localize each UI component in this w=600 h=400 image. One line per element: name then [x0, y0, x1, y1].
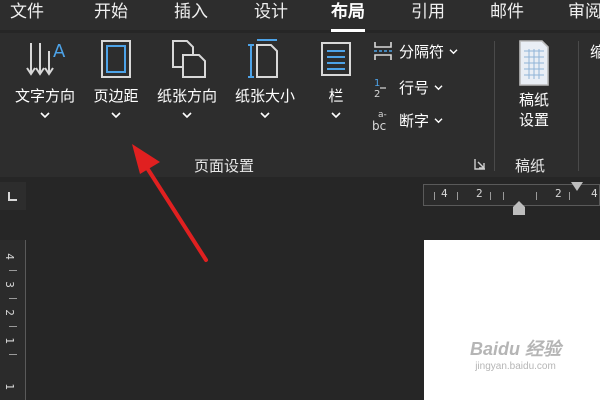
- hyphenation-icon: a- bc: [372, 110, 387, 132]
- svg-text:1: 1: [374, 78, 380, 89]
- watermark-url: jingyan.baidu.com: [475, 361, 556, 372]
- group-divider: [578, 41, 579, 171]
- ruler-tick: [457, 192, 458, 200]
- chevron-down-icon: [40, 112, 50, 119]
- columns-label: 栏: [328, 87, 344, 105]
- manuscript-group-label: 稿纸: [515, 157, 546, 175]
- text-direction-icon: A: [26, 41, 66, 76]
- chevron-down-icon: [434, 117, 443, 123]
- ruler-number: 1: [2, 383, 16, 390]
- columns-icon: [321, 42, 351, 76]
- ruler-tab-selector[interactable]: [0, 182, 26, 210]
- line-numbers-icon: 1 2: [374, 78, 386, 98]
- ruler-tick: [490, 192, 491, 200]
- ruler-number: 4: [591, 187, 598, 200]
- tab-file[interactable]: 文件: [10, 0, 44, 30]
- annotation-arrow-icon: [132, 144, 208, 262]
- watermark-title: Baidu 经验: [470, 339, 562, 359]
- chevron-down-icon: [111, 112, 121, 119]
- ruler-tick: [536, 192, 537, 200]
- chevron-down-icon: [182, 112, 192, 119]
- chevron-down-icon: [449, 48, 458, 54]
- tab-stop-icon: [8, 192, 17, 201]
- text-direction-label: 文字方向: [14, 87, 75, 105]
- ribbon-panel: A 文字方向 页边距 纸张方向 纸张大小 栏 分隔符 1 2 行号 a- bc …: [0, 33, 600, 177]
- orientation-button[interactable]: 纸张方向: [150, 37, 224, 119]
- ruler-tick: [569, 192, 570, 200]
- ruler-number: 4: [441, 187, 448, 200]
- tab-home[interactable]: 开始: [94, 0, 128, 30]
- breaks-label: 分隔符: [399, 42, 445, 61]
- hyphenation-label: 断字: [399, 111, 430, 130]
- tab-references[interactable]: 引用: [411, 0, 445, 30]
- ruler-number: 3: [2, 281, 16, 288]
- manuscript-label-line2: 设置: [518, 111, 549, 129]
- ruler-tick: [9, 270, 17, 271]
- margins-icon: [101, 40, 131, 78]
- ruler-tick: [503, 192, 504, 200]
- orientation-icon: [172, 40, 206, 78]
- watermark: Baidu 经验 jingyan.baidu.com: [470, 335, 561, 372]
- ruler-number: 1: [2, 337, 16, 344]
- ruler-number: 4: [2, 253, 16, 260]
- line-numbers-label: 行号: [399, 78, 430, 97]
- ruler-tick: [434, 192, 435, 200]
- tab-design[interactable]: 设计: [254, 0, 288, 30]
- svg-text:2: 2: [374, 89, 380, 98]
- document-page[interactable]: [424, 240, 600, 400]
- right-indent-marker-icon[interactable]: [570, 181, 584, 193]
- text-direction-button[interactable]: A 文字方向: [8, 37, 82, 119]
- ruler-number: 2: [476, 187, 483, 200]
- tab-review[interactable]: 审阅: [568, 0, 600, 30]
- breaks-button[interactable]: 分隔符: [372, 40, 458, 62]
- ruler-tick: [9, 298, 17, 299]
- hyphenation-button[interactable]: a- bc 断字: [372, 109, 443, 132]
- vertical-ruler[interactable]: 4 3 2 1 1: [0, 240, 26, 400]
- chevron-down-icon: [331, 112, 341, 119]
- ribbon-tab-bar: 文件 开始 插入 设计 布局 引用 邮件 审阅: [0, 0, 600, 32]
- page-size-icon: [248, 39, 278, 78]
- ruler-number: 2: [2, 309, 16, 316]
- margins-button[interactable]: 页边距: [84, 37, 148, 119]
- manuscript-label-line1: 稿纸: [518, 91, 549, 109]
- orientation-label: 纸张方向: [156, 87, 217, 105]
- chevron-down-icon: [434, 84, 443, 90]
- line-numbers-button[interactable]: 1 2 行号: [372, 76, 443, 98]
- manuscript-icon: [519, 40, 549, 86]
- dialog-launcher-icon[interactable]: [474, 158, 486, 170]
- svg-text:bc: bc: [372, 119, 386, 132]
- left-indent-marker-icon[interactable]: [511, 200, 527, 216]
- group-divider: [494, 41, 495, 171]
- tab-insert[interactable]: 插入: [174, 0, 208, 30]
- svg-text:A: A: [53, 41, 66, 62]
- manuscript-settings-button[interactable]: 稿纸 设置: [508, 37, 560, 129]
- size-button[interactable]: 纸张大小: [226, 37, 304, 119]
- next-group-cutoff: 缩: [590, 43, 600, 61]
- ruler-tick: [9, 326, 17, 327]
- chevron-down-icon: [260, 112, 270, 119]
- margins-label: 页边距: [93, 87, 139, 105]
- tab-mailings[interactable]: 邮件: [490, 0, 524, 30]
- ruler-number: 2: [555, 187, 562, 200]
- columns-button[interactable]: 栏: [314, 37, 358, 119]
- size-label: 纸张大小: [234, 87, 295, 105]
- breaks-icon: [374, 42, 392, 60]
- ruler-tick: [9, 354, 17, 355]
- tab-layout[interactable]: 布局: [331, 0, 365, 32]
